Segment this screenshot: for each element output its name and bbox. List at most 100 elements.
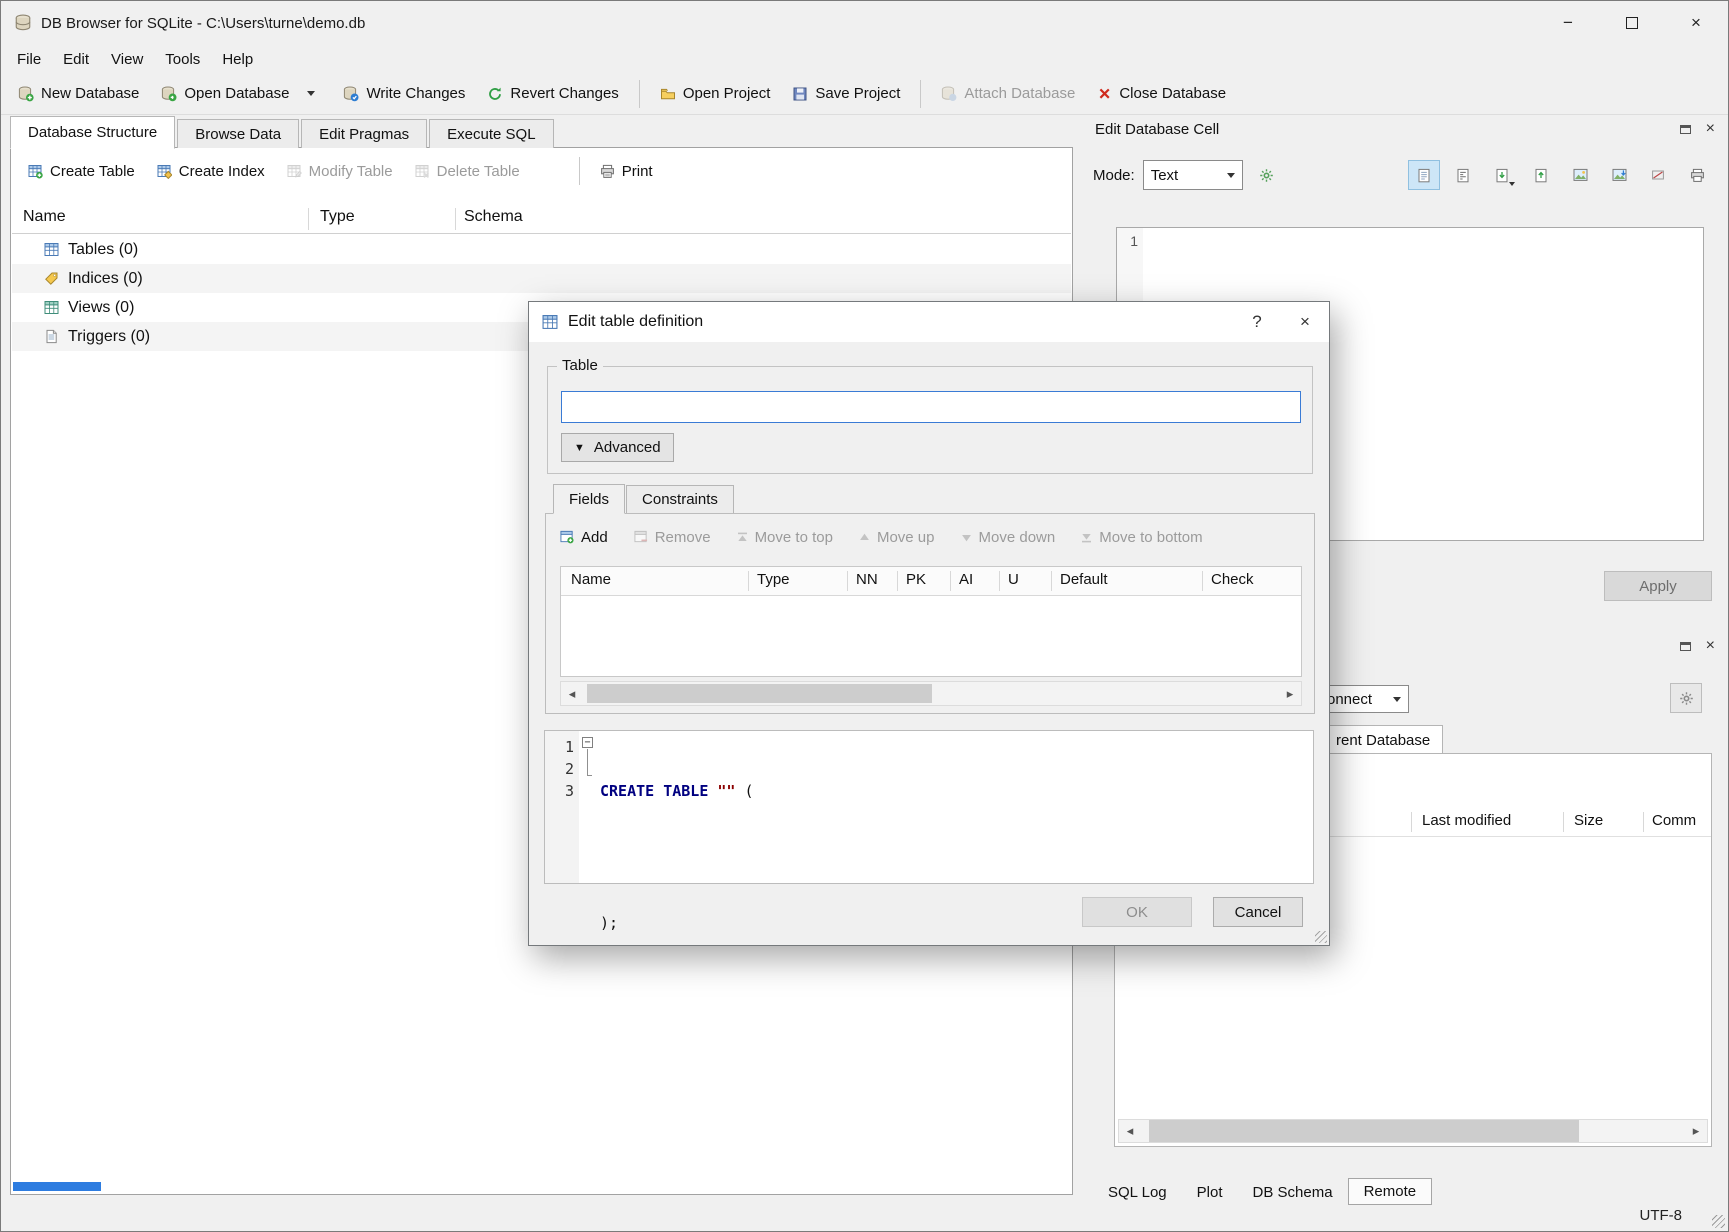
fields-hscrollbar[interactable]: ◂ ▸	[560, 681, 1302, 706]
menu-file[interactable]: File	[6, 48, 52, 71]
tree-header-separator[interactable]	[455, 208, 456, 230]
maximize-button[interactable]	[1600, 1, 1664, 45]
scroll-left-icon[interactable]: ◂	[1119, 1123, 1141, 1139]
remote-header-separator[interactable]	[1643, 812, 1644, 832]
tree-column-schema[interactable]: Schema	[464, 208, 523, 226]
tree-hscroll-thumb[interactable]	[13, 1182, 101, 1191]
col-ai[interactable]: AI	[959, 571, 973, 588]
menu-help[interactable]: Help	[211, 48, 264, 71]
tree-header-separator[interactable]	[308, 208, 309, 230]
remote-settings-button[interactable]	[1670, 683, 1702, 713]
print-button[interactable]: Print	[589, 156, 664, 187]
menu-view[interactable]: View	[100, 48, 154, 71]
dock-float-icon[interactable]	[1680, 642, 1691, 651]
tab-fields[interactable]: Fields	[553, 484, 625, 514]
export-button[interactable]	[1525, 160, 1557, 190]
create-table-button[interactable]: Create Table	[17, 156, 146, 187]
close-button[interactable]: ×	[1664, 1, 1728, 45]
write-changes-button[interactable]: Write Changes	[332, 78, 476, 109]
ok-button[interactable]: OK	[1082, 897, 1192, 927]
tab-db-schema[interactable]: DB Schema	[1238, 1179, 1348, 1205]
move-top-button[interactable]: Move to top	[737, 529, 833, 546]
add-field-button[interactable]: Add	[560, 529, 608, 546]
tree-header[interactable]: Name Type Schema	[12, 204, 1071, 234]
save-image-button[interactable]	[1603, 160, 1635, 190]
scroll-left-icon[interactable]: ◂	[561, 686, 583, 702]
dock-float-icon[interactable]	[1680, 125, 1691, 134]
fields-header-separator[interactable]	[999, 571, 1000, 591]
remote-column-commit[interactable]: Comm	[1652, 812, 1696, 829]
sql-preview[interactable]: 1 2 3 − CREATE TABLE "" ( );	[544, 730, 1314, 884]
load-image-button[interactable]	[1564, 160, 1596, 190]
dock-close-icon[interactable]: ×	[1706, 121, 1715, 137]
minimize-button[interactable]: −	[1536, 1, 1600, 45]
dialog-close-button[interactable]: ×	[1281, 302, 1329, 342]
fields-header-separator[interactable]	[1202, 571, 1203, 591]
tree-column-name[interactable]: Name	[23, 208, 66, 226]
window-resize-grip[interactable]	[1712, 1215, 1725, 1228]
fields-header-separator[interactable]	[1051, 571, 1052, 591]
close-database-button[interactable]: Close Database	[1086, 78, 1237, 109]
tab-plot[interactable]: Plot	[1182, 1179, 1238, 1205]
scroll-right-icon[interactable]: ▸	[1685, 1123, 1707, 1139]
col-type[interactable]: Type	[757, 571, 790, 588]
tab-sql-log[interactable]: SQL Log	[1093, 1179, 1182, 1205]
text-mode-button[interactable]	[1408, 160, 1440, 190]
dock-close-icon[interactable]: ×	[1706, 638, 1715, 654]
col-check[interactable]: Check	[1211, 571, 1254, 588]
remote-column-last-modified[interactable]: Last modified	[1422, 812, 1511, 829]
attach-database-button[interactable]: Attach Database	[930, 78, 1086, 109]
word-wrap-button[interactable]	[1251, 160, 1283, 190]
tab-remote[interactable]: Remote	[1348, 1178, 1433, 1205]
tab-constraints[interactable]: Constraints	[626, 485, 734, 513]
advanced-toggle-button[interactable]: ▼ Advanced	[561, 433, 674, 462]
open-project-button[interactable]: Open Project	[649, 78, 782, 109]
col-name[interactable]: Name	[571, 571, 611, 588]
print-cell-button[interactable]	[1681, 160, 1713, 190]
tab-database-structure[interactable]: Database Structure	[10, 116, 175, 149]
remote-header-separator[interactable]	[1563, 812, 1564, 832]
fields-header-separator[interactable]	[847, 571, 848, 591]
move-bottom-button[interactable]: Move to bottom	[1081, 529, 1202, 546]
fields-table-body[interactable]	[561, 596, 1301, 676]
revert-changes-button[interactable]: Revert Changes	[476, 78, 629, 109]
open-database-button[interactable]: Open Database	[150, 78, 300, 109]
create-index-button[interactable]: Create Index	[146, 156, 276, 187]
binary-mode-button[interactable]	[1447, 160, 1479, 190]
cancel-button[interactable]: Cancel	[1213, 897, 1303, 927]
remote-hscroll-thumb[interactable]	[1149, 1120, 1579, 1142]
table-name-input[interactable]	[561, 391, 1301, 423]
fields-header-separator[interactable]	[897, 571, 898, 591]
move-down-button[interactable]: Move down	[961, 529, 1056, 546]
scroll-right-icon[interactable]: ▸	[1279, 686, 1301, 702]
set-null-button[interactable]	[1642, 160, 1674, 190]
mode-combobox[interactable]: Text	[1143, 160, 1243, 190]
save-project-button[interactable]: Save Project	[781, 78, 911, 109]
fields-table-header[interactable]: Name Type NN PK AI U Default Check	[561, 567, 1301, 596]
new-database-button[interactable]: New Database	[7, 78, 150, 109]
fields-header-separator[interactable]	[950, 571, 951, 591]
move-up-button[interactable]: Move up	[859, 529, 935, 546]
menu-tools[interactable]: Tools	[154, 48, 211, 71]
dialog-resize-grip[interactable]	[1315, 931, 1327, 943]
remote-identity-combobox[interactable]: onnect	[1319, 685, 1409, 713]
delete-table-button[interactable]: Delete Table	[404, 156, 531, 187]
modify-table-button[interactable]: Modify Table	[276, 156, 404, 187]
tab-execute-sql[interactable]: Execute SQL	[429, 119, 553, 148]
fields-hscroll-thumb[interactable]	[587, 684, 932, 703]
col-pk[interactable]: PK	[906, 571, 926, 588]
tree-row-tables[interactable]: Tables (0)	[12, 235, 1071, 264]
apply-button[interactable]: Apply	[1604, 571, 1712, 601]
fields-header-separator[interactable]	[748, 571, 749, 591]
remove-field-button[interactable]: Remove	[634, 529, 711, 546]
col-default[interactable]: Default	[1060, 571, 1108, 588]
open-database-dropdown-button[interactable]	[300, 84, 322, 103]
menu-edit[interactable]: Edit	[52, 48, 100, 71]
tree-row-indices[interactable]: Indices (0)	[12, 264, 1071, 293]
tab-browse-data[interactable]: Browse Data	[177, 119, 299, 148]
remote-hscrollbar[interactable]: ◂ ▸	[1118, 1119, 1708, 1143]
fold-collapse-icon[interactable]: −	[582, 737, 593, 748]
col-u[interactable]: U	[1008, 571, 1019, 588]
tab-edit-pragmas[interactable]: Edit Pragmas	[301, 119, 427, 148]
import-button[interactable]	[1486, 160, 1518, 190]
